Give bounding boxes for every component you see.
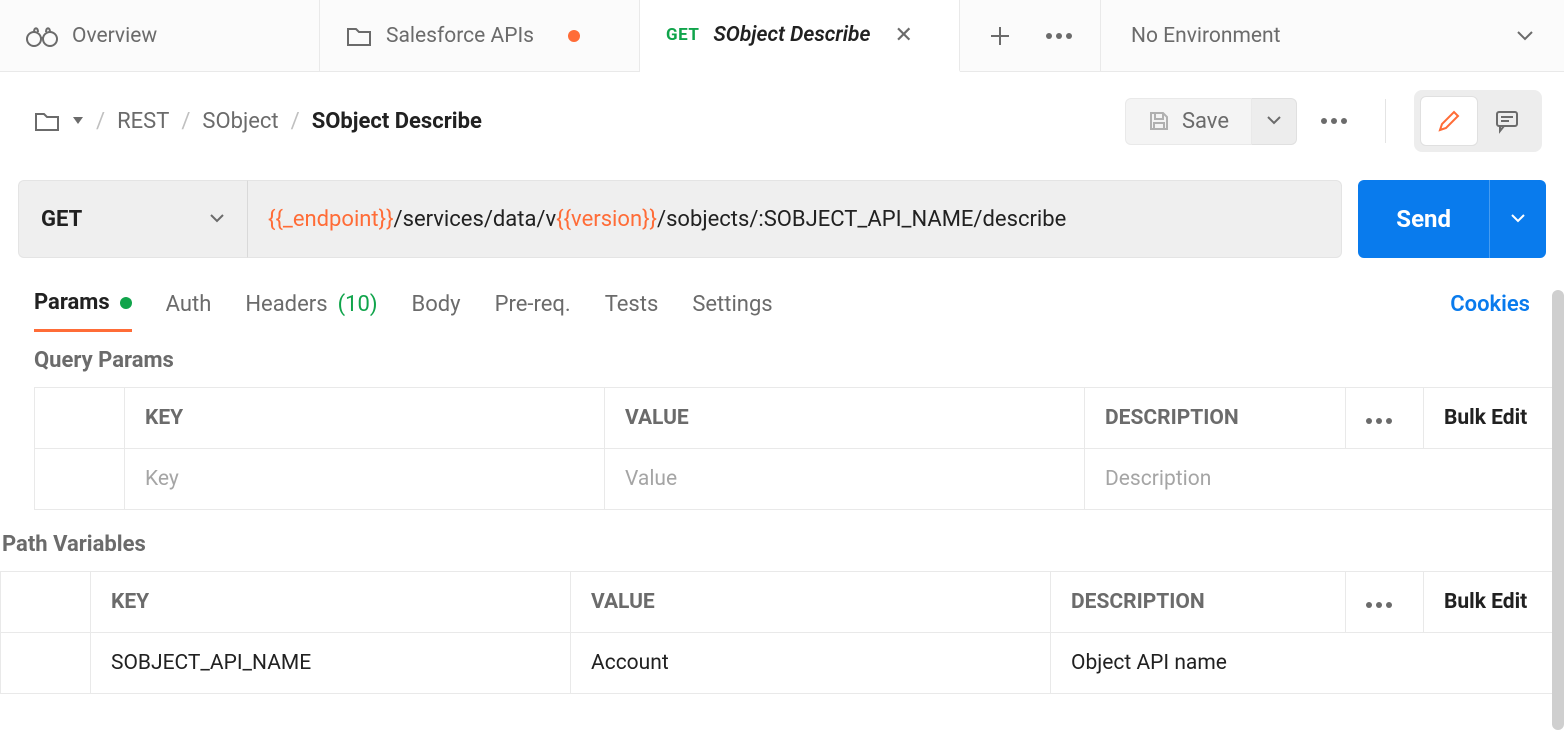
col-actions[interactable] <box>1346 572 1424 633</box>
send-dropdown[interactable] <box>1489 180 1546 258</box>
environment-picker[interactable]: No Environment <box>1101 0 1564 71</box>
path-vars-section: Path Variables KEY VALUE DESCRIPTION Bul… <box>0 516 1564 694</box>
tab-request-title: SObject Describe <box>713 23 870 47</box>
tab-request[interactable]: GET SObject Describe ✕ <box>640 0 960 72</box>
path-vars-title: Path Variables <box>0 532 1564 557</box>
comment-mode-button[interactable] <box>1478 96 1536 146</box>
tab-overview-label: Overview <box>72 24 157 48</box>
save-dropdown[interactable] <box>1252 98 1297 145</box>
binoculars-icon <box>26 24 58 48</box>
tab-settings[interactable]: Settings <box>692 292 772 331</box>
chevron-down-icon <box>1516 30 1534 42</box>
save-icon <box>1148 110 1170 132</box>
method-label: GET <box>41 207 82 232</box>
headers-count: (10) <box>338 292 378 317</box>
tab-headers[interactable]: Headers (10) <box>245 292 377 331</box>
tab-strip: Overview Salesforce APIs GET SObject Des… <box>0 0 1564 72</box>
table-header-row: KEY VALUE DESCRIPTION Bulk Edit <box>1 572 1564 633</box>
tab-params-label: Params <box>34 290 110 315</box>
send-button[interactable]: Send <box>1358 180 1546 258</box>
table-row: Key Value Description <box>35 449 1564 510</box>
key-input[interactable]: Key <box>125 449 605 510</box>
breadcrumb-rest[interactable]: REST <box>117 109 169 134</box>
col-value: VALUE <box>571 572 1051 633</box>
bulk-edit-link[interactable]: Bulk Edit <box>1444 406 1527 430</box>
edit-mode-button[interactable] <box>1420 96 1478 146</box>
save-label: Save <box>1182 109 1229 134</box>
request-subtabs: Params Auth Headers (10) Body Pre-req. T… <box>0 268 1564 332</box>
pathvar-key[interactable]: SOBJECT_API_NAME <box>91 633 571 694</box>
more-tabs-icon[interactable] <box>1046 33 1072 39</box>
url-row: GET {{_endpoint}} /services/data/v {{ver… <box>0 170 1564 268</box>
tab-tests-label: Tests <box>605 292 659 317</box>
tab-headers-label: Headers <box>245 292 327 317</box>
desc-input[interactable]: Description <box>1085 449 1564 510</box>
bulk-edit-link[interactable]: Bulk Edit <box>1444 590 1527 614</box>
tab-prereq[interactable]: Pre-req. <box>495 292 571 331</box>
table-row: SOBJECT_API_NAME Account Object API name <box>1 633 1564 694</box>
scrollbar[interactable] <box>1552 290 1564 730</box>
breadcrumb-sep: / <box>291 109 300 134</box>
breadcrumb-sobject[interactable]: SObject <box>202 109 278 134</box>
tab-settings-label: Settings <box>692 292 772 317</box>
col-desc: DESCRIPTION <box>1085 388 1346 449</box>
url-var-endpoint: {{_endpoint}} <box>268 207 394 232</box>
cookies-link[interactable]: Cookies <box>1450 292 1530 331</box>
table-header-row: KEY VALUE DESCRIPTION Bulk Edit <box>35 388 1564 449</box>
tab-prereq-label: Pre-req. <box>495 292 571 317</box>
col-key: KEY <box>91 572 571 633</box>
col-actions[interactable] <box>1346 388 1424 449</box>
tab-auth[interactable]: Auth <box>166 292 212 331</box>
tab-auth-label: Auth <box>166 292 212 317</box>
caret-down-icon[interactable] <box>72 116 84 126</box>
query-params-section: Query Params KEY VALUE DESCRIPTION Bulk … <box>0 332 1564 510</box>
tab-collection[interactable]: Salesforce APIs <box>320 0 640 71</box>
tab-tests[interactable]: Tests <box>605 292 659 331</box>
new-tab-button[interactable] <box>988 24 1012 48</box>
url-var-version: {{version}} <box>556 207 657 232</box>
tab-collection-label: Salesforce APIs <box>386 24 534 48</box>
close-icon[interactable]: ✕ <box>894 23 912 48</box>
tab-actions <box>960 0 1101 71</box>
toolbar: / REST / SObject / SObject Describe Save <box>0 72 1564 170</box>
tab-params[interactable]: Params <box>34 290 132 332</box>
chevron-down-icon <box>209 213 225 225</box>
save-button: Save <box>1125 98 1252 145</box>
col-desc: DESCRIPTION <box>1051 572 1346 633</box>
tab-body[interactable]: Body <box>412 292 461 331</box>
folder-icon <box>346 25 372 47</box>
tab-overview[interactable]: Overview <box>0 0 320 71</box>
send-label: Send <box>1358 205 1489 233</box>
params-indicator-dot <box>120 297 132 309</box>
breadcrumb-sep: / <box>96 109 105 134</box>
tab-body-label: Body <box>412 292 461 317</box>
pathvar-desc[interactable]: Object API name <box>1051 633 1564 694</box>
folder-icon[interactable] <box>34 110 60 132</box>
pathvar-value[interactable]: Account <box>571 633 1051 694</box>
breadcrumb-sep: / <box>181 109 190 134</box>
value-input[interactable]: Value <box>605 449 1085 510</box>
path-vars-table: KEY VALUE DESCRIPTION Bulk Edit SOBJECT_… <box>0 571 1564 694</box>
query-params-table: KEY VALUE DESCRIPTION Bulk Edit Key Valu… <box>34 387 1564 510</box>
breadcrumb-current: SObject Describe <box>312 109 482 134</box>
url-input[interactable]: {{_endpoint}} /services/data/v {{version… <box>248 180 1342 258</box>
environment-label: No Environment <box>1131 24 1280 48</box>
col-key: KEY <box>125 388 605 449</box>
col-value: VALUE <box>605 388 1085 449</box>
url-text: /services/data/v <box>394 207 557 232</box>
more-actions-icon[interactable] <box>1311 98 1357 144</box>
breadcrumb: / REST / SObject / SObject Describe <box>34 109 482 134</box>
cookies-label: Cookies <box>1450 292 1530 317</box>
method-select[interactable]: GET <box>18 180 248 258</box>
unsaved-dot-icon <box>568 30 580 42</box>
view-mode-toggle <box>1414 90 1542 152</box>
divider <box>1385 99 1386 143</box>
url-text: /sobjects/:SOBJECT_API_NAME/describe <box>657 207 1066 232</box>
tab-method-badge: GET <box>666 25 699 45</box>
query-params-title: Query Params <box>34 348 1564 373</box>
